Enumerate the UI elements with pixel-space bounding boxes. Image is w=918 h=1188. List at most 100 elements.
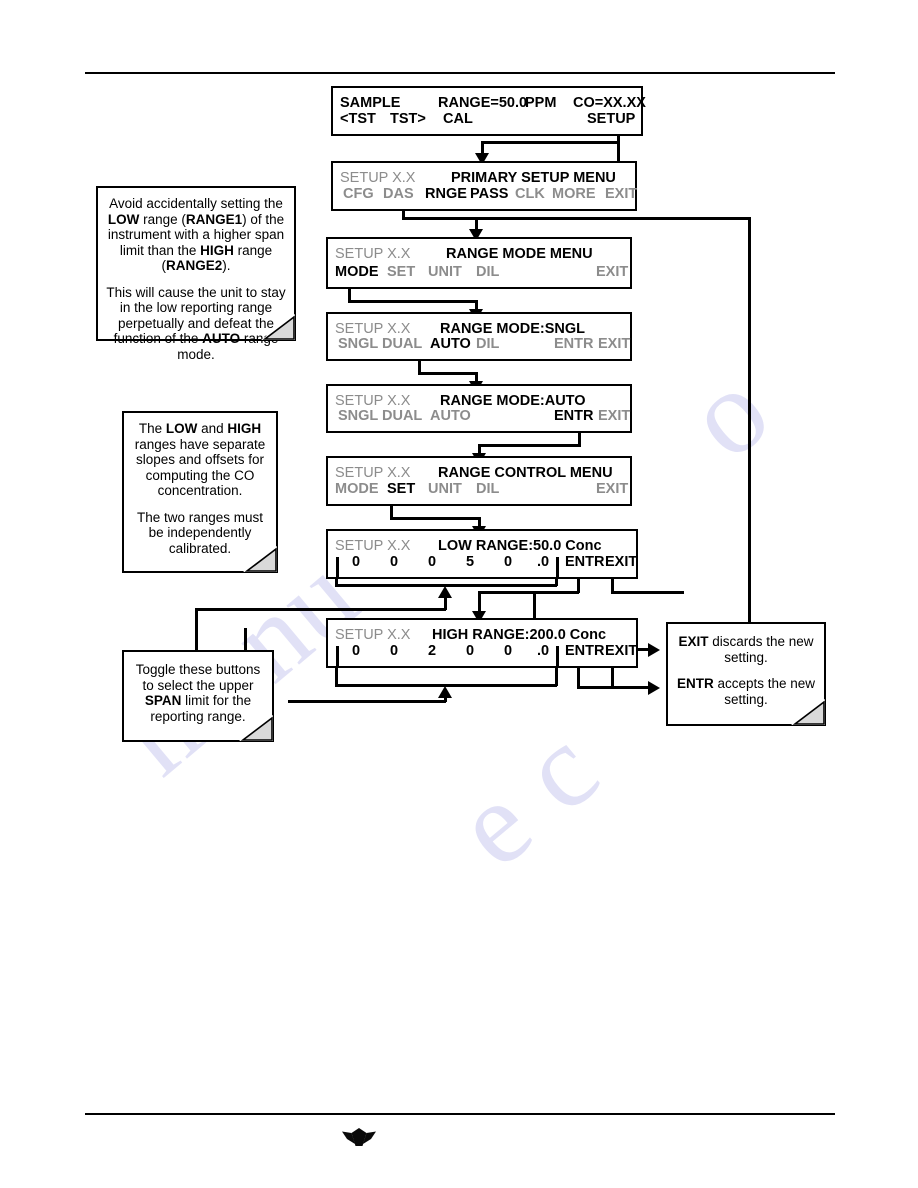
lcd-button-cfg[interactable]: CFG — [343, 181, 374, 207]
lcd-button-auto[interactable]: AUTO — [430, 331, 471, 357]
field-separator — [556, 557, 559, 579]
note-text: ranges have separate slopes and offsets … — [134, 436, 266, 499]
note-emphasis: LOW — [107, 211, 140, 227]
lcd-button-dil[interactable]: DIL — [476, 259, 499, 285]
lcd-button-pass[interactable]: PASS — [470, 181, 508, 207]
watermark-text: o — [661, 341, 795, 484]
note-text: range ( — [139, 211, 186, 227]
header-rule — [85, 72, 835, 74]
digit-field[interactable]: 5 — [459, 549, 481, 575]
lcd-button-das[interactable]: DAS — [383, 181, 414, 207]
note-paragraph: The LOW and HIGH ranges have separate sl… — [131, 421, 269, 499]
connector-line — [577, 666, 580, 688]
note-separate-slopes: The LOW and HIGH ranges have separate sl… — [122, 411, 278, 573]
note-text: Avoid accidentally setting the — [109, 196, 283, 211]
note-exit-entr: EXIT discards the new setting. ENTR acce… — [666, 622, 826, 726]
note-emphasis: EXIT — [678, 634, 709, 649]
lcd-button-auto[interactable]: AUTO — [430, 403, 471, 429]
connector-line — [195, 608, 446, 611]
note-emphasis: SPAN — [144, 693, 182, 708]
digit-field[interactable]: 0 — [345, 638, 367, 664]
digit-field[interactable]: .0 — [530, 638, 556, 664]
note-text: and — [197, 421, 228, 436]
digit-field[interactable]: 0 — [345, 549, 367, 575]
lcd-button-rnge[interactable]: RNGE — [425, 181, 467, 207]
lcd-button-exit[interactable]: EXIT — [598, 331, 630, 357]
connector-line — [611, 591, 684, 594]
lcd-button-more[interactable]: MORE — [552, 181, 596, 207]
note-paragraph: The two ranges must be independently cal… — [136, 509, 264, 556]
lcd-button-exit[interactable]: EXIT — [605, 181, 637, 207]
digit-field[interactable]: 0 — [383, 638, 405, 664]
document-page: manu o e c — [0, 0, 918, 1188]
connector-line — [478, 591, 579, 594]
lcd-button-sngl[interactable]: SNGL — [338, 403, 378, 429]
lcd-button-clk[interactable]: CLK — [515, 181, 545, 207]
lcd-button-entr[interactable]: ENTR — [565, 638, 604, 664]
footer-rule — [85, 1113, 835, 1115]
lcd-button-setup[interactable]: SETUP — [587, 106, 635, 132]
lcd-button-entr[interactable]: ENTR — [554, 331, 593, 357]
note-toggle-buttons: Toggle these buttons to select the upper… — [122, 650, 274, 742]
note-avoid-low-range: Avoid accidentally setting the LOW range… — [96, 186, 296, 362]
connector-line — [555, 666, 558, 686]
connector-line — [481, 141, 620, 144]
note-emphasis: HIGH — [227, 421, 262, 436]
connector-line — [402, 217, 750, 220]
connector-line — [748, 217, 751, 622]
lcd-button-set[interactable]: SET — [387, 259, 415, 285]
note-emphasis: RANGE1 — [185, 211, 243, 227]
lcd-button-exit[interactable]: EXIT — [596, 259, 628, 285]
note-paragraph: This will cause the unit to stay in the … — [105, 285, 287, 363]
lcd-button-cal[interactable]: CAL — [443, 106, 473, 132]
connector-line — [348, 300, 478, 303]
lcd-range-mode-auto: SETUP X.X RANGE MODE:AUTO SNGL DUAL AUTO… — [326, 384, 632, 433]
lcd-button-exit[interactable]: EXIT — [605, 549, 637, 575]
lcd-button-dil[interactable]: DIL — [476, 476, 499, 502]
lcd-button-unit[interactable]: UNIT — [428, 476, 462, 502]
lcd-button-sngl[interactable]: SNGL — [338, 331, 378, 357]
note-text: accepts the new setting. — [713, 676, 816, 707]
arrow-head-right — [648, 643, 660, 657]
connector-line — [244, 628, 247, 650]
lcd-button-mode[interactable]: MODE — [335, 259, 379, 285]
note-paragraph: EXIT discards the new setting. — [675, 634, 817, 665]
digit-field[interactable]: 2 — [421, 638, 443, 664]
connector-line — [478, 591, 481, 613]
note-text: ). — [222, 258, 231, 273]
lcd-low-range-entry: SETUP X.X LOW RANGE:50.0 Conc 0 0 0 5 0 … — [326, 529, 638, 579]
note-emphasis: RANGE2 — [165, 258, 223, 273]
digit-field[interactable]: .0 — [530, 549, 556, 575]
lcd-button-exit[interactable]: EXIT — [598, 403, 630, 429]
lcd-button-exit[interactable]: EXIT — [605, 638, 637, 664]
lcd-button-unit[interactable]: UNIT — [428, 259, 462, 285]
field-separator — [556, 646, 559, 668]
field-separator — [336, 646, 339, 668]
lcd-button-entr[interactable]: ENTR — [554, 403, 593, 429]
connector-line — [335, 666, 338, 686]
lcd-button-set[interactable]: SET — [387, 476, 415, 502]
digit-field[interactable]: 0 — [497, 638, 519, 664]
lcd-button-dual[interactable]: DUAL — [382, 403, 422, 429]
note-paragraph: Toggle these buttons to select the upper… — [131, 662, 265, 724]
lcd-range-mode-menu: SETUP X.X RANGE MODE MENU MODE SET UNIT … — [326, 237, 632, 289]
field-separator — [336, 557, 339, 579]
lcd-button-entr[interactable]: ENTR — [565, 549, 604, 575]
teledyne-logo-mark — [342, 1128, 376, 1146]
lcd-button-exit[interactable]: EXIT — [596, 476, 628, 502]
lcd-range-mode-sngl: SETUP X.X RANGE MODE:SNGL SNGL DUAL AUTO… — [326, 312, 632, 361]
note-paragraph: ENTR accepts the new setting. — [675, 676, 817, 707]
connector-line — [577, 686, 653, 689]
lcd-button-dil[interactable]: DIL — [476, 331, 499, 357]
digit-field[interactable]: 0 — [421, 549, 443, 575]
note-text: Toggle these buttons to select the upper — [135, 662, 261, 693]
digit-field[interactable]: 0 — [383, 549, 405, 575]
digit-field[interactable]: 0 — [497, 549, 519, 575]
lcd-button-dual[interactable]: DUAL — [382, 331, 422, 357]
digit-field[interactable]: 0 — [459, 638, 481, 664]
lcd-button-tst-next[interactable]: TST> — [390, 106, 426, 132]
lcd-button-mode[interactable]: MODE — [335, 476, 379, 502]
note-emphasis: AUTO — [202, 331, 241, 346]
note-paragraph: Avoid accidentally setting the LOW range… — [105, 196, 287, 274]
lcd-button-tst-prev[interactable]: <TST — [340, 106, 376, 132]
